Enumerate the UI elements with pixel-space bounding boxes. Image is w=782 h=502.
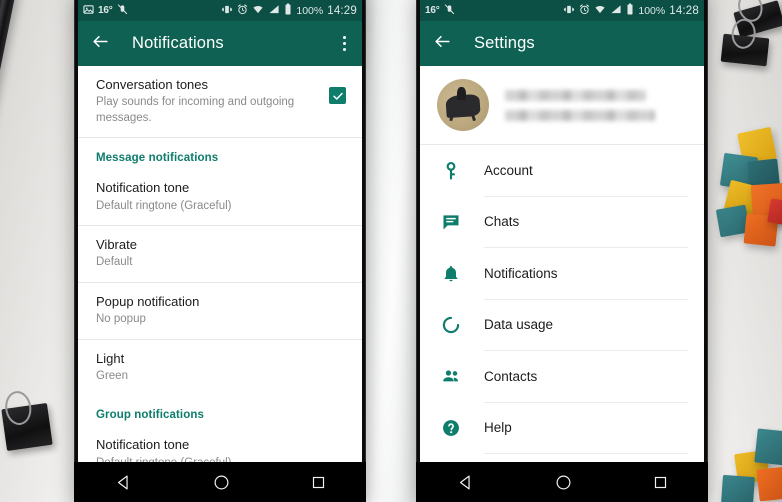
battery-percent-label: 100%: [296, 4, 324, 17]
mute-icon: [117, 3, 128, 18]
vibrate-icon: [563, 4, 575, 18]
recents-square-icon[interactable]: [311, 475, 326, 495]
conversation-tones-checkbox[interactable]: [329, 87, 346, 104]
row-subtitle: Play sounds for incoming and outgoing me…: [96, 96, 295, 124]
signal-icon: [268, 4, 280, 18]
section-message-notifications: Message notifications: [96, 152, 219, 165]
battery-percent-label: 100%: [638, 4, 666, 17]
vibrate-icon: [221, 4, 233, 18]
mute-icon: [444, 3, 455, 18]
row-subtitle: Default ringtone (Graceful): [96, 199, 232, 212]
settings-item-label: Chats: [484, 197, 688, 248]
wifi-icon: [252, 4, 264, 18]
settings-item-label: Data usage: [484, 300, 688, 351]
chat-bubble-icon: [438, 212, 464, 232]
settings-item-contacts[interactable]: Contacts: [420, 351, 704, 403]
settings-list[interactable]: Account Chats Notifications Data usage C…: [420, 66, 704, 462]
row-title: Notification tone: [96, 437, 190, 453]
row-subtitle: No popup: [96, 313, 146, 326]
people-icon: [438, 366, 464, 387]
arrow-back-icon[interactable]: [91, 32, 110, 56]
phone-left-screen[interactable]: 16° 100% 14:29 Notifications Conversatio…: [78, 0, 362, 462]
page-title: Settings: [474, 34, 535, 52]
temperature-label: 16°: [425, 5, 440, 16]
settings-item-label: Contacts: [484, 351, 688, 403]
settings-item-notifications[interactable]: Notifications: [420, 248, 704, 300]
row-title: Popup notification: [96, 293, 200, 309]
temperature-label: 16°: [98, 5, 113, 16]
app-bar-right: Settings: [420, 21, 704, 66]
help-circle-icon: [438, 418, 464, 438]
back-triangle-icon[interactable]: [457, 474, 474, 496]
wifi-icon: [594, 4, 606, 18]
avatar[interactable]: [437, 79, 489, 131]
profile-row[interactable]: [420, 66, 704, 145]
app-bar-left: Notifications: [78, 21, 362, 66]
status-bar-left: 16° 100% 14:29: [78, 0, 362, 21]
alarm-icon: [579, 3, 590, 18]
row-conversation-tones[interactable]: Conversation tones Play sounds for incom…: [78, 66, 362, 139]
row-title: Notification tone: [96, 180, 190, 196]
profile-name-blurred: [505, 89, 646, 101]
row-title: Light: [96, 350, 125, 366]
row-subtitle: Default: [96, 256, 133, 269]
signal-icon: [610, 4, 622, 18]
status-bar-right: 16° 100% 14:28: [420, 0, 704, 21]
row-title: Conversation tones: [96, 77, 209, 92]
settings-item-label: Help: [484, 403, 688, 454]
row-notification-tone-message[interactable]: Notification tone Default ringtone (Grac…: [78, 169, 362, 227]
binder-clip-bottom-left: [1, 389, 53, 451]
row-popup-notification[interactable]: Popup notification No popup: [78, 283, 362, 340]
battery-icon: [626, 3, 634, 18]
home-circle-icon[interactable]: [213, 474, 230, 496]
settings-item-label: Notifications: [484, 248, 688, 300]
binder-clip-top-right-2: [720, 17, 770, 67]
section-group-notifications: Group notifications: [96, 409, 204, 422]
row-vibrate[interactable]: Vibrate Default: [78, 226, 362, 283]
settings-item-data-usage[interactable]: Data usage: [420, 300, 704, 351]
arrow-back-icon[interactable]: [433, 32, 452, 56]
clock-label: 14:29: [327, 4, 357, 17]
nav-bar-right[interactable]: [416, 462, 708, 502]
refresh-circle-icon: [438, 315, 464, 335]
bell-icon: [438, 264, 464, 284]
row-subtitle: Green: [96, 369, 128, 382]
settings-item-help[interactable]: Help: [420, 403, 704, 454]
settings-item-account[interactable]: Account: [420, 145, 704, 197]
row-light[interactable]: Light Green: [78, 340, 362, 396]
row-notification-tone-group[interactable]: Notification tone Default ringtone (Grac…: [78, 426, 362, 462]
battery-icon: [284, 3, 292, 18]
row-title: Vibrate: [96, 237, 137, 253]
recents-square-icon[interactable]: [653, 475, 668, 495]
clock-label: 14:28: [669, 4, 699, 17]
back-triangle-icon[interactable]: [115, 474, 132, 496]
profile-status-blurred: [505, 109, 656, 121]
page-title: Notifications: [132, 34, 224, 52]
wooden-block: [721, 474, 755, 502]
settings-item-label: Account: [484, 145, 688, 197]
settings-item-chats[interactable]: Chats: [420, 197, 704, 248]
home-circle-icon[interactable]: [555, 474, 572, 496]
overflow-menu-icon[interactable]: [340, 32, 349, 56]
alarm-icon: [237, 3, 248, 18]
photo-icon: [83, 4, 94, 18]
phone-right-screen[interactable]: 16° 100% 14:28 Settings Account Chats No…: [420, 0, 704, 462]
nav-bar-left[interactable]: [74, 462, 366, 502]
wooden-block: [756, 466, 782, 502]
phone-right: 16° 100% 14:28 Settings Account Chats No…: [416, 0, 708, 502]
notifications-list[interactable]: Conversation tones Play sounds for incom…: [78, 66, 362, 462]
wooden-block: [754, 428, 782, 466]
phone-left: 16° 100% 14:29 Notifications Conversatio…: [74, 0, 366, 502]
key-icon: [438, 161, 464, 181]
